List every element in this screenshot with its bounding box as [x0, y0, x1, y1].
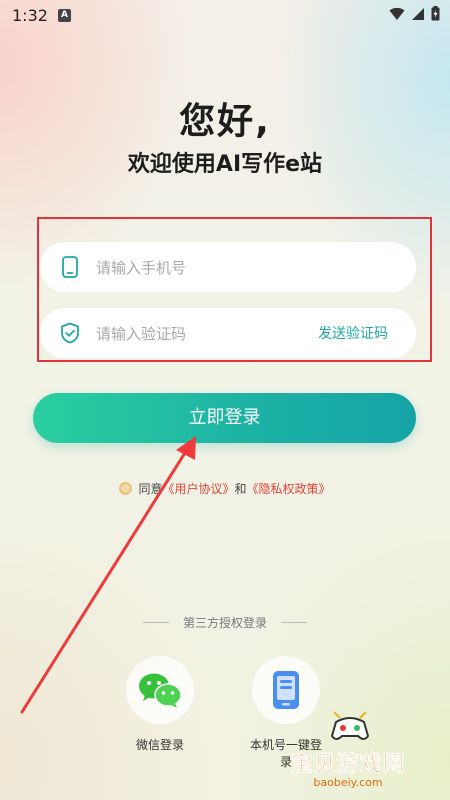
agree-checkbox[interactable]	[119, 482, 133, 495]
status-bar: 1:32 A	[0, 0, 450, 32]
privacy-policy-link[interactable]: 《隐私权政策》	[247, 480, 331, 497]
third-party-label: 第三方授权登录	[182, 616, 267, 630]
send-code-button[interactable]: 发送验证码	[318, 323, 388, 343]
code-placeholder: 请输入验证码	[96, 324, 187, 343]
verification-code-input[interactable]: 请输入验证码 发送验证码	[40, 308, 416, 358]
user-agreement-link[interactable]: 《用户协议》	[162, 480, 234, 497]
battery-icon	[431, 6, 440, 21]
wechat-icon-circle	[126, 656, 194, 724]
watermark-url: baobeiy.com	[313, 776, 383, 789]
agree-and: 和	[234, 482, 247, 496]
wifi-icon	[389, 7, 405, 20]
watermark-text: 宝贝游戏网	[290, 752, 406, 778]
agreement-row: 同意 《用户协议》 和 《隐私权政策》	[0, 480, 450, 497]
agree-prefix: 同意	[138, 482, 163, 496]
signal-icon	[412, 7, 424, 20]
shield-check-icon	[60, 322, 80, 344]
third-party-title: 第三方授权登录	[0, 614, 450, 631]
wechat-icon	[139, 673, 182, 708]
welcome-subtitle: 欢迎使用AI写作e站	[127, 152, 323, 177]
divider-left	[142, 622, 169, 623]
phone-placeholder: 请输入手机号	[96, 258, 187, 277]
status-time: 1:32	[12, 6, 48, 25]
divider-right	[281, 622, 307, 623]
mobile-phone-icon	[60, 256, 80, 278]
login-button[interactable]: 立即登录	[33, 393, 416, 443]
wechat-login-button[interactable]: 微信登录	[120, 656, 200, 753]
app-notification-icon: A	[58, 9, 71, 22]
watermark-logo: 宝贝游戏网 baobeiy.com	[268, 700, 428, 790]
gamepad-icon	[330, 711, 370, 740]
status-icons	[389, 6, 440, 21]
phone-input[interactable]: 请输入手机号	[40, 242, 416, 292]
greeting-title: 您好,	[179, 101, 271, 142]
wechat-login-label: 微信登录	[135, 738, 184, 752]
